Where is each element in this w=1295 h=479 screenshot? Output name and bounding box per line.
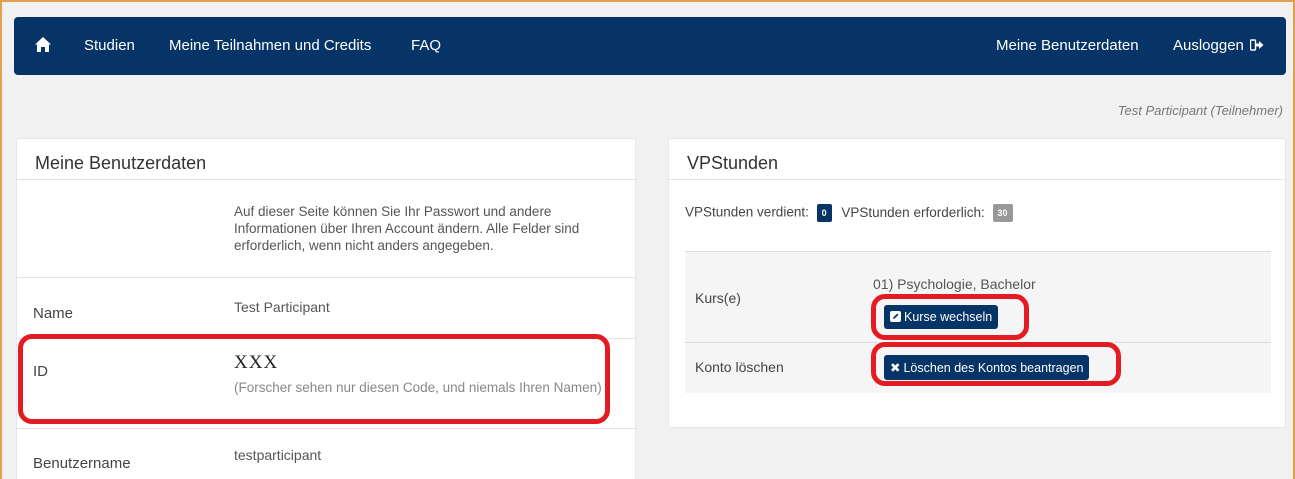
username-label: Benutzername <box>33 455 131 472</box>
vp-earned-label: VPStunden verdient: <box>685 204 809 220</box>
ausloggen-label: Ausloggen <box>1173 37 1244 54</box>
nav-benutzerdaten[interactable]: Meine Benutzerdaten <box>996 37 1139 54</box>
page-frame: Studien Meine Teilnahmen und Credits FAQ… <box>0 0 1295 479</box>
vp-required-badge: 30 <box>992 204 1013 222</box>
name-label: Name <box>33 305 74 322</box>
nav-teilnahmen[interactable]: Meine Teilnahmen und Credits <box>169 37 371 54</box>
course-value: 01) Psychologie, Bachelor <box>873 276 1036 292</box>
nav-studien[interactable]: Studien <box>84 37 135 54</box>
top-navbar: Studien Meine Teilnahmen und Credits FAQ… <box>14 17 1286 75</box>
home-icon[interactable] <box>34 36 52 53</box>
divider <box>17 277 635 278</box>
nav-faq[interactable]: FAQ <box>411 37 441 54</box>
divider <box>17 179 635 180</box>
nav-ausloggen[interactable]: Ausloggen <box>1173 37 1264 54</box>
change-course-highlight <box>871 294 1029 340</box>
vp-hours-title: VPStunden <box>687 153 779 173</box>
sign-out-icon <box>1249 39 1264 51</box>
delete-account-label: Konto löschen <box>695 359 784 375</box>
divider <box>669 179 1285 180</box>
course-label: Kurs(e) <box>695 290 741 306</box>
id-highlight <box>18 334 610 424</box>
username-value: testparticipant <box>234 447 322 463</box>
current-user-role: Test Participant (Teilnehmer) <box>1117 103 1283 118</box>
user-data-info: Auf dieser Seite können Sie Ihr Passwort… <box>234 204 580 253</box>
user-data-panel: Meine Benutzerdaten Auf dieser Seite kön… <box>16 138 636 479</box>
divider <box>17 428 635 429</box>
user-data-title: Meine Benutzerdaten <box>35 153 207 173</box>
vp-earned-badge: 0 <box>816 204 832 222</box>
vp-hours-summary: VPStunden verdient: 0 VPStunden erforder… <box>685 204 1013 222</box>
vp-required-label: VPStunden erforderlich: <box>841 204 985 220</box>
delete-account-highlight <box>871 342 1121 386</box>
name-value: Test Participant <box>234 299 330 315</box>
